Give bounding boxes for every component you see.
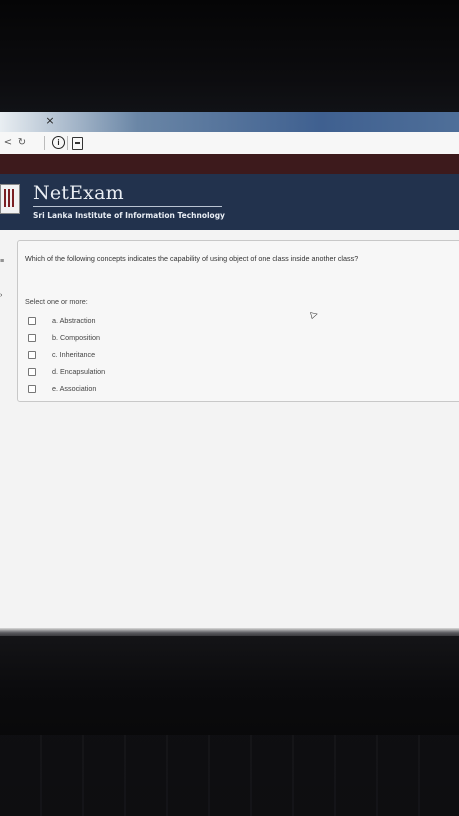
- mouse-cursor-icon: ▷: [309, 309, 320, 321]
- close-tab-icon[interactable]: ×: [44, 115, 56, 127]
- institute-logo-icon[interactable]: [0, 184, 20, 214]
- quiz-content: ≡ › Which of the following concepts indi…: [0, 230, 459, 636]
- option-label[interactable]: e. Association: [52, 384, 96, 393]
- keyboard-area: [0, 735, 459, 816]
- left-edge-marker: ≡: [0, 258, 5, 265]
- option-label[interactable]: a. Abstraction: [52, 316, 96, 325]
- toolbar-separator: [67, 136, 68, 150]
- option-checkbox[interactable]: [28, 333, 36, 342]
- browser-title-bar: ×: [0, 112, 459, 132]
- page-icon[interactable]: [72, 137, 83, 150]
- brand-title[interactable]: NetExam: [33, 182, 124, 204]
- site-info-icon[interactable]: i: [52, 136, 65, 149]
- site-header: NetExam Sri Lanka Institute of Informati…: [0, 174, 459, 230]
- option-label[interactable]: d. Encapsulation: [52, 367, 105, 376]
- option-label[interactable]: c. Inheritance: [52, 350, 95, 359]
- dark-surroundings-top: [0, 0, 459, 112]
- back-icon[interactable]: <: [2, 137, 14, 149]
- answer-options: a. Abstraction b. Composition c. Inherit…: [28, 312, 105, 397]
- option-checkbox[interactable]: [28, 367, 36, 376]
- reload-icon[interactable]: ↻: [16, 137, 28, 149]
- browser-screen: × < ↻ i NetExam Sri Lanka Institute of I…: [0, 112, 459, 636]
- answer-option[interactable]: e. Association: [28, 380, 105, 397]
- option-label[interactable]: b. Composition: [52, 333, 100, 342]
- top-banner-strip: [0, 154, 459, 174]
- select-instruction: Select one or more:: [25, 297, 88, 306]
- answer-option[interactable]: b. Composition: [28, 329, 105, 346]
- question-card: Which of the following concepts indicate…: [17, 240, 459, 402]
- answer-option[interactable]: c. Inheritance: [28, 346, 105, 363]
- answer-option[interactable]: a. Abstraction: [28, 312, 105, 329]
- left-edge-marker: ›: [0, 292, 3, 299]
- answer-option[interactable]: d. Encapsulation: [28, 363, 105, 380]
- question-text: Which of the following concepts indicate…: [25, 254, 359, 263]
- option-checkbox[interactable]: [28, 350, 36, 359]
- browser-nav-bar: < ↻ i: [0, 132, 459, 155]
- brand-underline: [33, 206, 222, 207]
- photo-frame: × < ↻ i NetExam Sri Lanka Institute of I…: [0, 0, 459, 816]
- institute-name: Sri Lanka Institute of Information Techn…: [33, 211, 225, 220]
- toolbar-separator: [44, 136, 45, 150]
- option-checkbox[interactable]: [28, 316, 36, 325]
- option-checkbox[interactable]: [28, 384, 36, 393]
